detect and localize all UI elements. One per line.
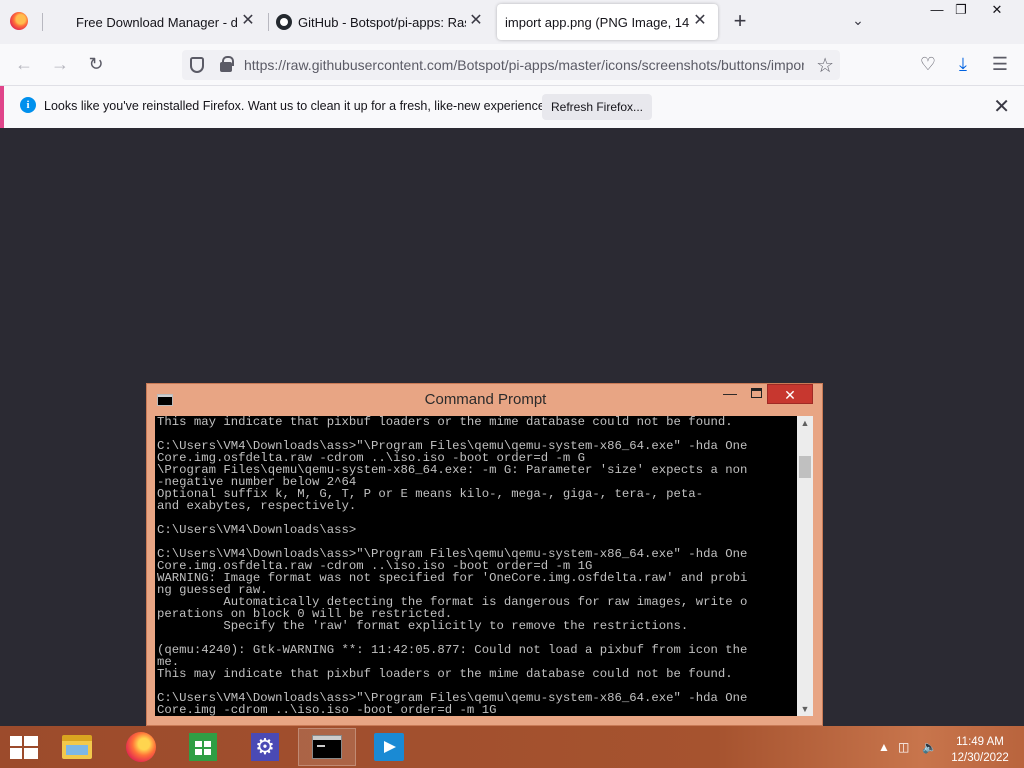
- tab-title: GitHub - Botspot/pi-apps: Rasp: [298, 14, 466, 30]
- pocket-icon[interactable]: ♡: [916, 53, 940, 77]
- migrate-icon: [374, 733, 404, 761]
- window-restore-button[interactable]: ❐: [944, 0, 978, 22]
- clock-date: 12/30/2022: [951, 752, 1009, 764]
- new-tab-button[interactable]: +: [728, 10, 752, 34]
- tab-strip: Free Download Manager - dow ✕ GitHub - B…: [0, 0, 1024, 44]
- cmd-close-button[interactable]: ✕: [767, 384, 813, 404]
- cmd-minimize-button[interactable]: —: [721, 385, 739, 401]
- tab-import-app-png[interactable]: import app.png (PNG Image, 145 × ✕: [497, 4, 718, 40]
- scroll-up-arrow-icon[interactable]: ▲: [797, 416, 813, 430]
- list-all-tabs-chevron-down-icon[interactable]: ⌄: [848, 12, 868, 32]
- downloads-icon[interactable]: ⤓: [951, 53, 975, 77]
- tracking-protection-shield-icon[interactable]: [190, 57, 204, 73]
- taskbar-settings[interactable]: ⚙: [236, 728, 294, 766]
- info-icon: i: [20, 97, 36, 113]
- scroll-down-arrow-icon[interactable]: ▼: [797, 702, 813, 716]
- console-output[interactable]: This may indicate that pixbuf loaders or…: [155, 416, 797, 716]
- tab-close-icon[interactable]: ✕: [690, 12, 710, 32]
- file-explorer-icon: [62, 735, 92, 759]
- refresh-firefox-notification: i Looks like you've reinstalled Firefox.…: [0, 86, 1024, 128]
- tab-free-download-manager[interactable]: Free Download Manager - dow ✕: [42, 4, 266, 40]
- command-prompt-icon: [312, 735, 342, 759]
- back-arrow-icon[interactable]: ←: [12, 53, 36, 77]
- lock-icon[interactable]: [220, 56, 234, 72]
- hamburger-menu-icon[interactable]: ☰: [988, 53, 1012, 77]
- scrollbar-thumb[interactable]: [799, 456, 811, 478]
- console-text[interactable]: This may indicate that pixbuf loaders or…: [155, 416, 797, 716]
- taskbar-store[interactable]: [174, 728, 232, 766]
- navigation-toolbar: ← → ↻ https://raw.githubusercontent.com/…: [0, 44, 1024, 86]
- window-close-button[interactable]: ✕: [980, 0, 1014, 22]
- taskbar-file-explorer[interactable]: [48, 728, 106, 766]
- github-icon: [276, 14, 292, 30]
- notification-message: Looks like you've reinstalled Firefox. W…: [44, 99, 552, 113]
- gear-icon: ⚙: [251, 733, 279, 761]
- tab-title: import app.png (PNG Image, 145 ×: [505, 14, 690, 30]
- firefox-logo-icon: [10, 12, 28, 30]
- cmd-maximize-button[interactable]: [751, 388, 762, 398]
- show-hidden-icons-chevron-up-icon[interactable]: ▲: [878, 740, 890, 754]
- tab-close-icon[interactable]: ✕: [466, 12, 486, 32]
- address-bar[interactable]: https://raw.githubusercontent.com/Botspo…: [182, 50, 840, 80]
- taskbar-migrate[interactable]: [360, 728, 418, 766]
- start-windows-icon[interactable]: [10, 736, 38, 760]
- tab-title: Free Download Manager - dow: [76, 14, 238, 30]
- tab-github-pi-apps[interactable]: GitHub - Botspot/pi-apps: Rasp ✕: [268, 4, 494, 40]
- tab-close-icon[interactable]: ✕: [238, 12, 258, 32]
- taskbar-firefox[interactable]: [112, 728, 170, 766]
- refresh-firefox-button[interactable]: Refresh Firefox...: [542, 94, 652, 120]
- system-clock[interactable]: 11:49 AM 12/30/2022: [944, 734, 1016, 766]
- reload-icon[interactable]: ↻: [84, 53, 108, 77]
- bookmark-star-icon[interactable]: ☆: [816, 53, 834, 78]
- store-icon: [189, 733, 217, 761]
- taskbar: ⚙ ▲ ◫ 🔈: [0, 726, 1024, 768]
- firefox-icon: [126, 732, 156, 762]
- command-prompt-window[interactable]: Command Prompt — ✕ This may indicate tha…: [146, 383, 823, 726]
- taskbar-command-prompt[interactable]: [298, 728, 356, 766]
- clock-time: 11:49 AM: [956, 736, 1004, 748]
- network-icon[interactable]: ◫: [898, 740, 909, 754]
- vertical-scrollbar[interactable]: ▲ ▼: [797, 416, 813, 716]
- volume-muted-icon[interactable]: 🔈: [922, 740, 937, 754]
- forward-arrow-icon[interactable]: →: [48, 53, 72, 77]
- url-text[interactable]: https://raw.githubusercontent.com/Botspo…: [244, 57, 804, 73]
- notification-close-icon[interactable]: ✕: [993, 94, 1010, 119]
